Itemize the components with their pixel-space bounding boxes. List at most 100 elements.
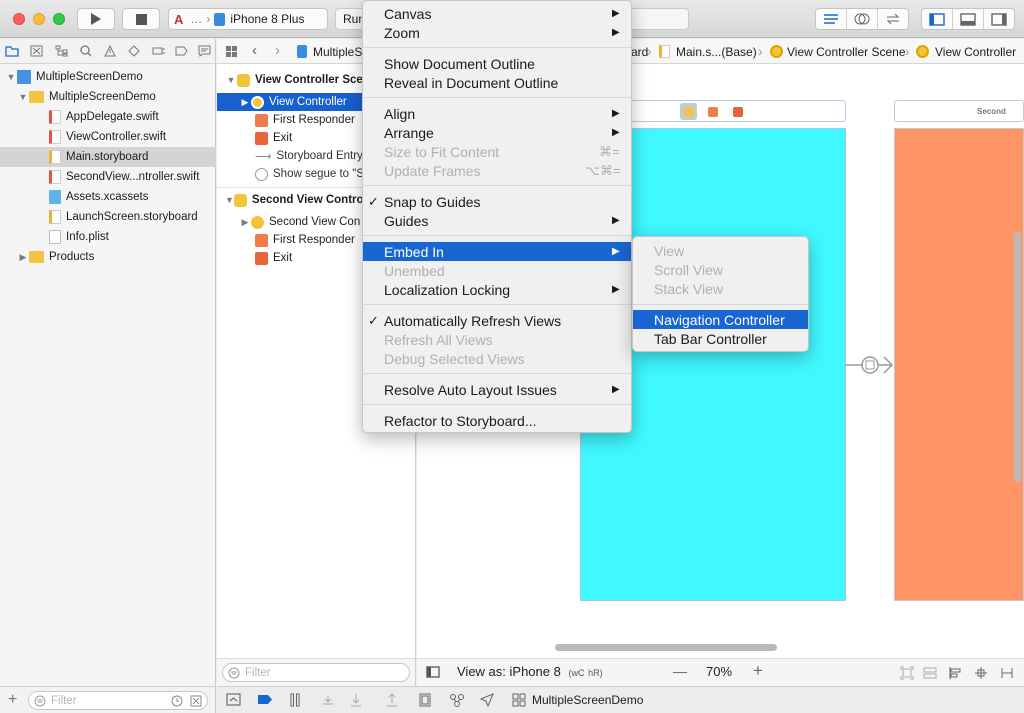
submenu-item-navigation-controller[interactable]: Navigation Controller: [633, 310, 808, 329]
folder-icon[interactable]: [5, 45, 19, 57]
close-window-button[interactable]: [13, 13, 25, 25]
disclosure-open-icon[interactable]: ▼: [5, 72, 17, 82]
run-button[interactable]: [77, 8, 115, 30]
embed-stack-icon[interactable]: [923, 666, 937, 680]
location-icon[interactable]: [480, 693, 494, 707]
navigator-filter-field[interactable]: Filter: [28, 691, 208, 710]
update-frames-icon[interactable]: [900, 666, 914, 680]
report-icon[interactable]: [198, 45, 211, 57]
menu-item-reveal-in-document-outline[interactable]: Reveal in Document Outline: [363, 73, 631, 92]
navigator-item-group[interactable]: ▼ MultipleScreenDemo: [0, 87, 216, 107]
toggle-debug-area-button[interactable]: [953, 9, 984, 29]
menu-item-resolve-auto-layout-issues[interactable]: Resolve Auto Layout Issues ▶: [363, 380, 631, 399]
toggle-navigator-button[interactable]: [922, 9, 953, 29]
pin-icon[interactable]: [974, 666, 988, 680]
disclosure-closed-icon[interactable]: ▶: [17, 252, 29, 263]
scheme-selector[interactable]: A … › iPhone 8 Plus: [168, 8, 328, 30]
menu-item-zoom[interactable]: Zoom ▶: [363, 23, 631, 42]
navigator-item-group[interactable]: ▶ Products: [0, 247, 216, 267]
step-out-icon[interactable]: [385, 693, 399, 707]
test-diamond-icon[interactable]: [128, 45, 140, 57]
disclosure-closed-icon[interactable]: ▶: [239, 217, 251, 228]
submenu-arrow-icon: ▶: [612, 8, 620, 19]
breakpoint-icon[interactable]: [175, 45, 188, 57]
menu-item-refactor-to-storyboard[interactable]: Refactor to Storyboard...: [363, 411, 631, 430]
zoom-out-button[interactable]: —: [673, 663, 687, 679]
view-debugger-icon[interactable]: [418, 693, 432, 707]
menu-item-embed-in[interactable]: Embed In ▶: [363, 242, 631, 261]
menu-item-snap-to-guides[interactable]: ✓ Snap to Guides: [363, 192, 631, 211]
navigator-item-file[interactable]: ViewController.swift: [0, 127, 216, 147]
source-control-icon[interactable]: [30, 45, 43, 57]
navigator-item-project[interactable]: ▼ MultipleScreenDemo: [0, 67, 216, 87]
menu-item-localization-locking[interactable]: Localization Locking ▶: [363, 280, 631, 299]
navigator-item-file[interactable]: Assets.xcassets: [0, 187, 216, 207]
navigator-item-file[interactable]: Info.plist: [0, 227, 216, 247]
back-icon[interactable]: ‹: [252, 42, 257, 59]
breadcrumb-storyboard[interactable]: Main.s...(Base): [676, 45, 757, 59]
assistant-editor-button[interactable]: [847, 9, 878, 29]
menu-item-automatically-refresh-views[interactable]: ✓ Automatically Refresh Views: [363, 311, 631, 330]
minimize-window-button[interactable]: [33, 13, 45, 25]
outline-filter-field[interactable]: Filter: [222, 663, 410, 682]
filter-icon: [34, 695, 46, 706]
navigator-item-file[interactable]: AppDelegate.swift: [0, 107, 216, 127]
zoom-in-button[interactable]: +: [753, 661, 763, 681]
submenu-item-tab-bar-controller[interactable]: Tab Bar Controller: [633, 329, 808, 348]
align-icon[interactable]: [948, 666, 962, 680]
navigator-item-file-selected[interactable]: Main.storyboard: [0, 147, 216, 167]
toggle-outline-icon[interactable]: [426, 666, 440, 678]
step-into-icon[interactable]: [349, 693, 363, 707]
stop-button[interactable]: [122, 8, 160, 30]
standard-editor-button[interactable]: [816, 9, 847, 29]
resolve-issues-icon[interactable]: [1000, 666, 1014, 680]
hierarchy-icon[interactable]: [55, 45, 68, 57]
horizontal-scrollbar[interactable]: [555, 644, 777, 651]
clock-icon[interactable]: [171, 695, 183, 707]
menu-item-label: Canvas: [384, 5, 432, 22]
menu-item-canvas[interactable]: Canvas ▶: [363, 4, 631, 23]
breadcrumb-folder[interactable]: ard: [631, 45, 648, 59]
checkmark-icon: ✓: [368, 312, 379, 328]
submenu-arrow-icon: ▶: [612, 246, 620, 257]
menu-item-show-document-outline[interactable]: Show Document Outline: [363, 54, 631, 73]
pause-icon[interactable]: [289, 693, 301, 707]
dock-view-controller-button[interactable]: [680, 103, 697, 120]
breakpoints-toggle-icon[interactable]: [257, 694, 273, 705]
debug-spray-icon[interactable]: [152, 45, 166, 57]
exit-icon[interactable]: [733, 107, 743, 117]
navigator-item-file[interactable]: LaunchScreen.storyboard: [0, 207, 216, 227]
breadcrumb-view-controller[interactable]: View Controller: [935, 45, 1016, 59]
disclosure-open-icon[interactable]: ▼: [17, 92, 29, 102]
zoom-window-button[interactable]: [53, 13, 65, 25]
menu-item-arrange[interactable]: Arrange ▶: [363, 123, 631, 142]
vertical-scrollbar[interactable]: [1014, 232, 1021, 482]
forward-icon[interactable]: ›: [275, 42, 280, 59]
step-over-icon[interactable]: [321, 694, 335, 706]
hide-debug-area-icon[interactable]: [226, 693, 241, 706]
view-as-control[interactable]: View as: iPhone 8 (wC hR): [457, 664, 603, 679]
version-editor-button[interactable]: [878, 9, 908, 29]
menu-item-debug-selected-views: Debug Selected Views: [363, 349, 631, 368]
breadcrumb-scene[interactable]: View Controller Scene: [787, 45, 906, 59]
disclosure-open-icon[interactable]: ▼: [225, 75, 237, 85]
segue-connector[interactable]: [845, 353, 895, 377]
add-icon[interactable]: +: [8, 691, 17, 709]
source-filter-icon[interactable]: [190, 695, 202, 707]
outline-scene-title: View Controller Scene: [255, 74, 377, 86]
second-view-controller-view[interactable]: [894, 128, 1024, 601]
warning-icon[interactable]: [104, 45, 116, 57]
submenu-arrow-icon: ▶: [612, 27, 620, 38]
disclosure-closed-icon[interactable]: ▶: [239, 97, 251, 108]
menu-item-align[interactable]: Align ▶: [363, 104, 631, 123]
search-icon[interactable]: [80, 45, 92, 57]
related-items-icon[interactable]: [225, 45, 238, 58]
menu-item-guides[interactable]: Guides ▶: [363, 211, 631, 230]
breadcrumb-project[interactable]: MultipleS: [313, 45, 362, 59]
toggle-utilities-button[interactable]: [984, 9, 1014, 29]
navigator-item-file[interactable]: SecondView...ntroller.swift: [0, 167, 216, 187]
memory-graph-icon[interactable]: [449, 693, 465, 707]
first-responder-icon[interactable]: [708, 107, 718, 117]
disclosure-open-icon[interactable]: ▼: [225, 195, 234, 205]
storyboard-file-icon: [659, 45, 670, 58]
